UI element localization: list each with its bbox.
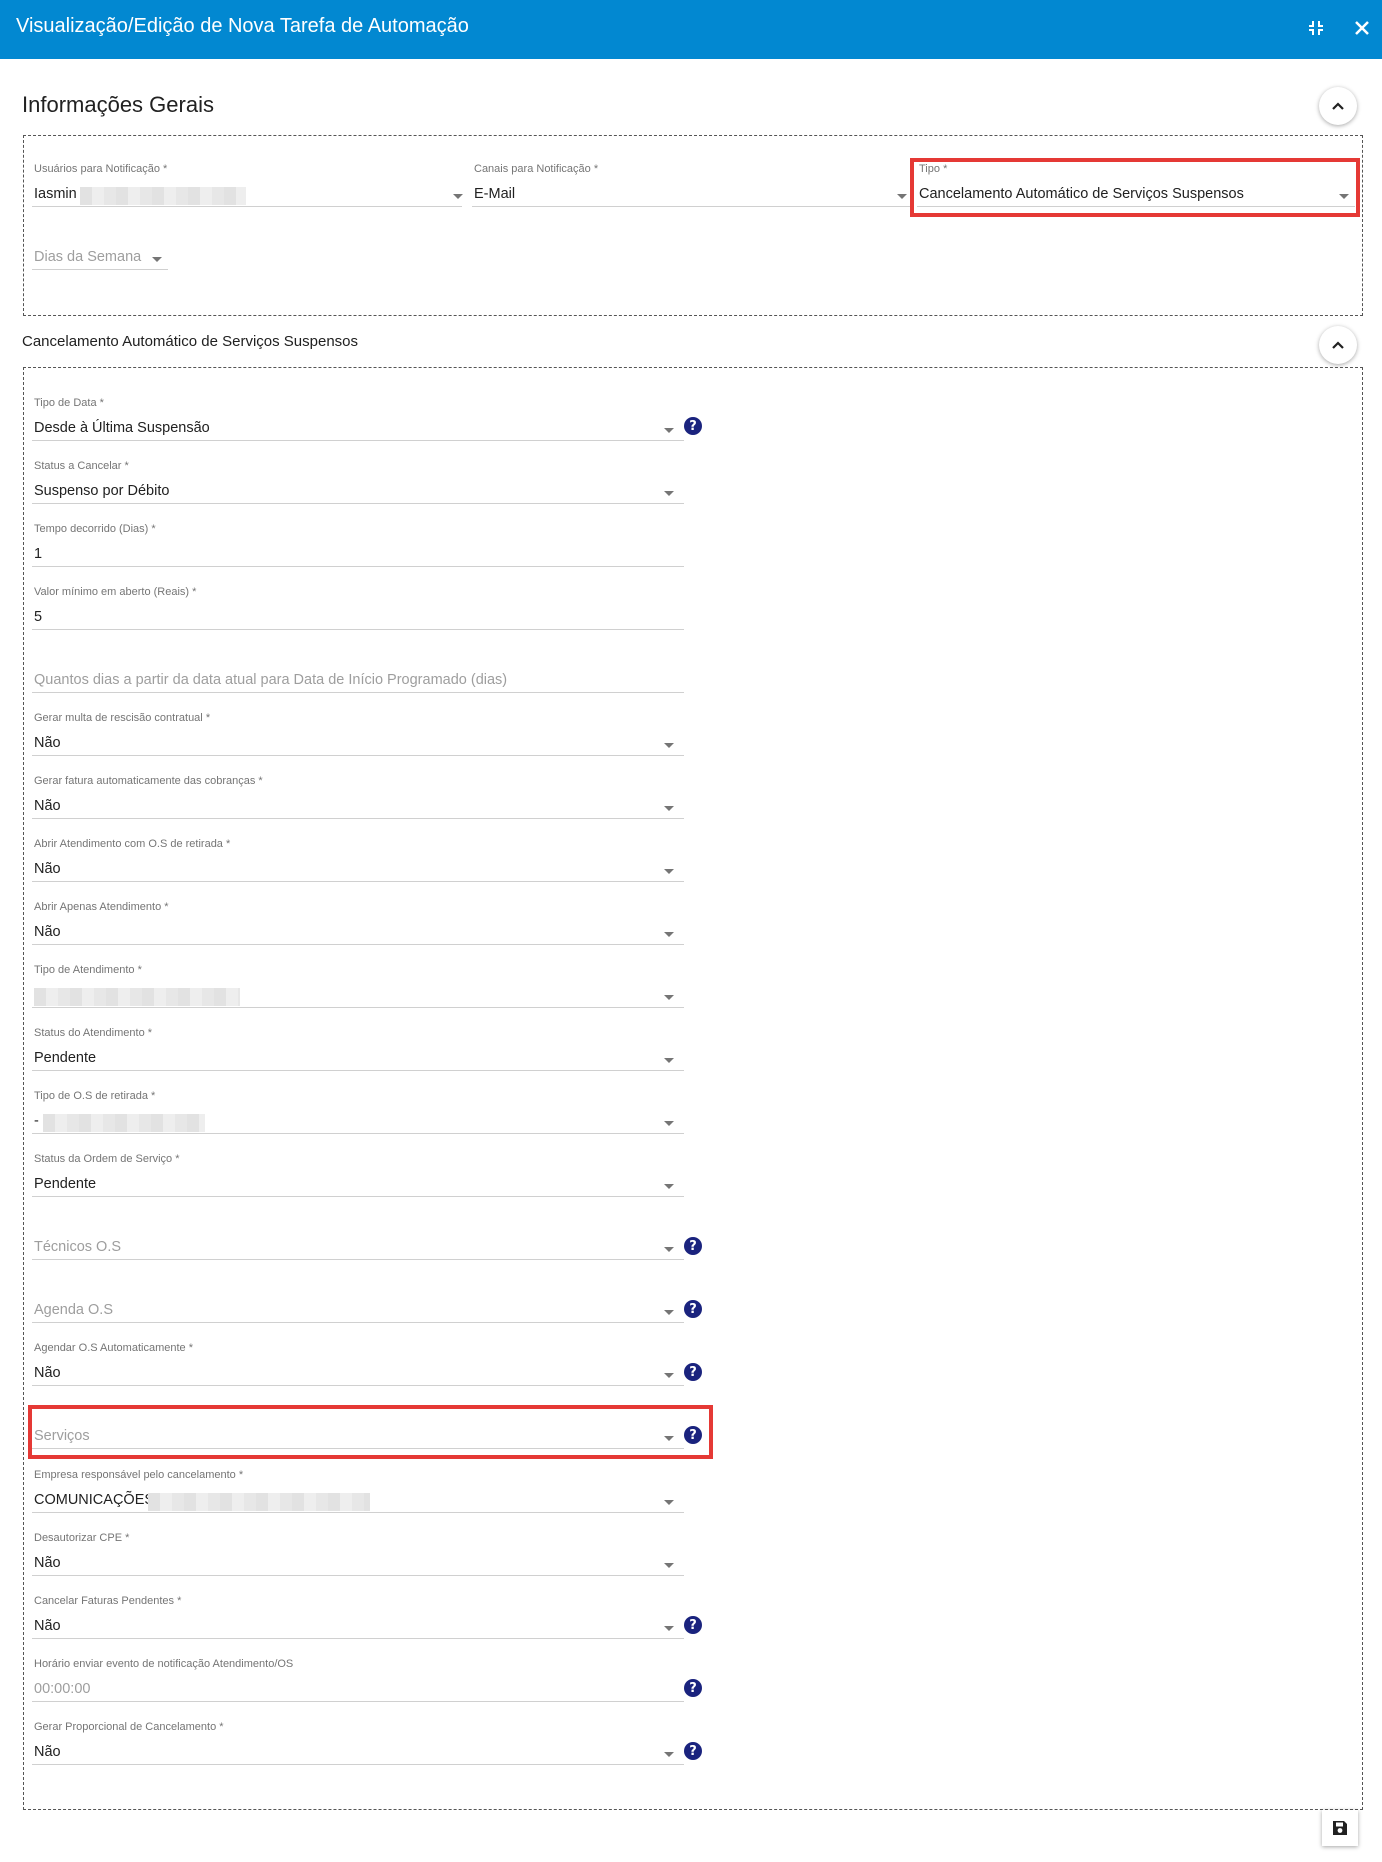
dropdown-arrow-icon [664, 1121, 674, 1126]
cancel-section-heading: Cancelamento Automático de Serviços Susp… [22, 333, 359, 350]
collapse-cancel-section-button[interactable] [1319, 326, 1357, 364]
save-button[interactable] [1322, 1810, 1358, 1846]
general-info-heading: Informações Gerais [22, 92, 214, 117]
redacted-user-name [80, 187, 246, 205]
notification-users-value: Iasmin [34, 186, 77, 202]
removal-os-type-field[interactable]: Tipo de O.S de retirada * - [23, 1090, 684, 1140]
save-icon [1333, 1821, 1347, 1835]
min-open-value-input[interactable]: Valor mínimo em aberto (Reais) * 5 [23, 586, 684, 636]
dropdown-arrow-icon [664, 1373, 674, 1378]
dropdown-arrow-icon [664, 491, 674, 496]
help-icon[interactable]: ? [684, 1363, 702, 1381]
dropdown-arrow-icon [152, 257, 162, 262]
dropdown-arrow-icon [664, 995, 674, 1000]
dropdown-arrow-icon [664, 428, 674, 433]
help-icon[interactable]: ? [684, 1616, 702, 1634]
auto-schedule-os-field[interactable]: Agendar O.S Automaticamente * Não [23, 1342, 684, 1392]
deauthorize-cpe-field[interactable]: Desautorizar CPE * Não [23, 1532, 684, 1582]
weekdays-placeholder: Dias da Semana [34, 249, 142, 265]
collapse-general-button[interactable] [1319, 87, 1357, 125]
redacted-service-type [34, 988, 240, 1006]
notification-users-field[interactable]: Usuários para Notificação * Iasmin [23, 163, 468, 213]
dropdown-arrow-icon [664, 1752, 674, 1757]
open-service-with-os-field[interactable]: Abrir Atendimento com O.S de retirada * … [23, 838, 684, 888]
os-status-field[interactable]: Status da Ordem de Serviço * Pendente [23, 1153, 684, 1203]
help-icon[interactable]: ? [684, 1679, 702, 1697]
dropdown-arrow-icon [664, 1247, 674, 1252]
minimize-icon[interactable] [1301, 13, 1331, 43]
dropdown-arrow-icon [664, 1563, 674, 1568]
start-days-input[interactable]: Quantos dias a partir da data atual para… [23, 649, 684, 699]
type-value: Cancelamento Automático de Serviços Susp… [919, 186, 1244, 202]
notification-time-input[interactable]: Horário enviar evento de notificação Ate… [23, 1658, 684, 1708]
chevron-up-icon [1332, 102, 1344, 110]
help-icon[interactable]: ? [684, 1300, 702, 1318]
dropdown-arrow-icon [664, 806, 674, 811]
elapsed-days-input[interactable]: Tempo decorrido (Dias) * 1 [23, 523, 684, 573]
status-to-cancel-field[interactable]: Status a Cancelar * Suspenso por Débito [23, 460, 684, 510]
dropdown-arrow-icon [664, 1626, 674, 1631]
dropdown-arrow-icon [897, 194, 907, 199]
notification-channels-field[interactable]: Canais para Notificação * E-Mail [463, 163, 912, 213]
date-type-field[interactable]: Tipo de Data * Desde à Última Suspensão [23, 397, 684, 447]
proportional-cancel-field[interactable]: Gerar Proporcional de Cancelamento * Não [23, 1721, 684, 1771]
help-icon[interactable]: ? [684, 1426, 702, 1444]
dropdown-arrow-icon [664, 1310, 674, 1315]
cancel-section-panel [23, 367, 1363, 1810]
dropdown-arrow-icon [664, 1184, 674, 1189]
type-field[interactable]: Tipo * Cancelamento Automático de Serviç… [908, 163, 1355, 213]
dialog-titlebar: Visualização/Edição de Nova Tarefa de Au… [0, 0, 1382, 59]
dropdown-arrow-icon [664, 869, 674, 874]
dropdown-arrow-icon [453, 194, 463, 199]
service-status-field[interactable]: Status do Atendimento * Pendente [23, 1027, 684, 1077]
services-field[interactable]: Serviços [23, 1405, 684, 1455]
os-agenda-field[interactable]: Agenda O.S [23, 1279, 684, 1329]
dropdown-arrow-icon [1339, 194, 1349, 199]
dialog-title: Visualização/Edição de Nova Tarefa de Au… [16, 15, 469, 37]
auto-invoice-field[interactable]: Gerar fatura automaticamente das cobranç… [23, 775, 684, 825]
service-type-field[interactable]: Tipo de Atendimento * [23, 964, 684, 1014]
redacted-company-name [148, 1493, 370, 1511]
dropdown-arrow-icon [664, 932, 674, 937]
open-service-only-field[interactable]: Abrir Apenas Atendimento * Não [23, 901, 684, 951]
help-icon[interactable]: ? [684, 1742, 702, 1760]
responsible-company-field[interactable]: Empresa responsável pelo cancelamento * … [23, 1469, 684, 1519]
termination-penalty-field[interactable]: Gerar multa de rescisão contratual * Não [23, 712, 684, 762]
notification-channels-value: E-Mail [474, 186, 516, 202]
dropdown-arrow-icon [664, 1436, 674, 1441]
dropdown-arrow-icon [664, 743, 674, 748]
cancel-pending-invoices-field[interactable]: Cancelar Faturas Pendentes * Não [23, 1595, 684, 1645]
chevron-up-icon [1332, 341, 1344, 349]
help-icon[interactable]: ? [684, 1237, 702, 1255]
help-icon[interactable]: ? [684, 417, 702, 435]
redacted-os-type [43, 1114, 205, 1132]
dropdown-arrow-icon [664, 1058, 674, 1063]
dropdown-arrow-icon [664, 1500, 674, 1505]
os-technicians-field[interactable]: Técnicos O.S [23, 1216, 684, 1266]
close-icon[interactable] [1347, 13, 1377, 43]
weekdays-field[interactable]: Dias da Semana [23, 226, 173, 276]
